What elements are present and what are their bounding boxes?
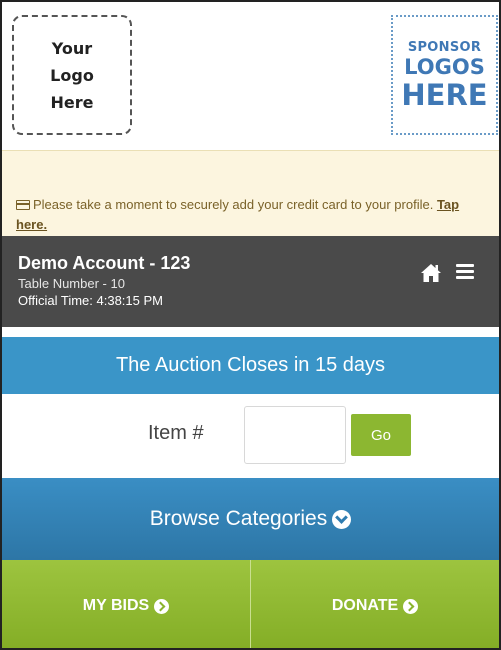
- auction-closes-text: The Auction Closes in 15 days: [115, 354, 386, 376]
- item-number-input[interactable]: [244, 406, 346, 464]
- account-bar: Demo Account - 123 Table Number - 10 Off…: [2, 236, 499, 327]
- go-button[interactable]: Go: [351, 414, 411, 456]
- official-time: Official Time: 4:38:15 PM: [18, 293, 163, 308]
- my-bids-label: MY BIDS: [82, 597, 150, 614]
- header: Your Logo Here SPONSOR LOGOS HERE: [2, 2, 499, 150]
- sponsor-line: LOGOS: [404, 54, 485, 79]
- bottom-actions: MY BIDS DONATE: [2, 560, 499, 648]
- menu-icon[interactable]: [456, 264, 474, 280]
- browse-categories-label: Browse Categories: [149, 507, 328, 530]
- logo-line: Logo: [50, 65, 94, 85]
- donate-label: DONATE: [331, 597, 399, 614]
- donate-button[interactable]: DONATE: [250, 560, 499, 648]
- sponsor-logo-placeholder: SPONSOR LOGOS HERE: [391, 15, 498, 135]
- logo-line: Here: [50, 92, 94, 112]
- app-frame: Your Logo Here SPONSOR LOGOS HERE Please…: [0, 0, 501, 650]
- sponsor-line: SPONSOR: [407, 39, 482, 55]
- chevron-right-circle-icon: [154, 598, 170, 614]
- browse-categories-button[interactable]: Browse Categories: [2, 478, 499, 560]
- credit-card-icon: [16, 200, 30, 210]
- chevron-right-circle-icon: [403, 598, 419, 614]
- sponsor-line: HERE: [401, 77, 488, 112]
- auction-closes-banner: The Auction Closes in 15 days: [2, 337, 499, 394]
- org-logo-placeholder: Your Logo Here: [12, 15, 132, 135]
- home-icon[interactable]: [420, 263, 442, 283]
- credit-card-notice: Please take a moment to securely add you…: [2, 150, 499, 236]
- item-number-label: Item #: [148, 422, 204, 444]
- notice-text: Please take a moment to securely add you…: [33, 197, 434, 212]
- chevron-down-circle-icon: [332, 509, 352, 529]
- item-search: Item # Go: [2, 394, 499, 478]
- my-bids-button[interactable]: MY BIDS: [2, 560, 250, 648]
- logo-line: Your: [51, 38, 93, 58]
